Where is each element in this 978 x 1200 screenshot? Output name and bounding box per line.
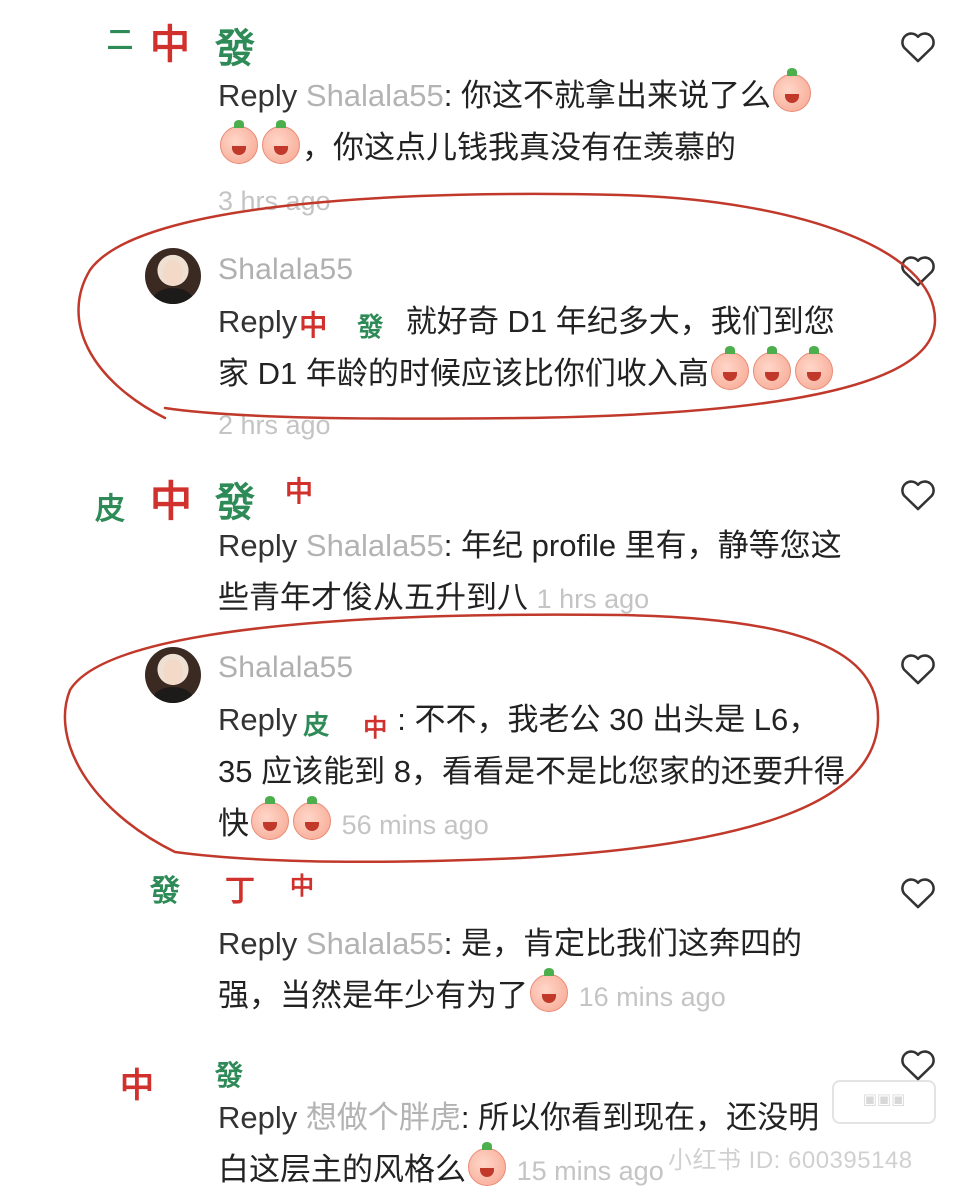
timestamp: 3 hrs ago xyxy=(218,186,331,216)
crying-emoji xyxy=(794,346,833,390)
heart-icon xyxy=(901,1050,935,1081)
reply-label: Reply xyxy=(218,78,298,113)
reply-label: Reply xyxy=(218,1100,298,1135)
like-button[interactable] xyxy=(898,26,938,66)
like-button[interactable] xyxy=(898,648,938,688)
comment-text: Reply 皮中: 不不，我老公 30 出头是 L6，35 应该能到 8，看看是不… xyxy=(218,694,848,851)
timestamp: 15 mins ago xyxy=(516,1156,664,1186)
reply-username[interactable]: Shalala55 xyxy=(306,926,444,961)
reply-label: Reply xyxy=(218,304,298,339)
reply-label: Reply xyxy=(218,926,298,961)
reply-username[interactable]: Shalala55 xyxy=(306,528,444,563)
crying-emoji xyxy=(262,120,300,164)
timestamp: 16 mins ago xyxy=(578,982,726,1012)
heart-icon xyxy=(901,654,935,685)
decorative-reply-name[interactable]: 中發 xyxy=(297,304,397,343)
comment-thread: 二 中 發 Reply Shalala55: 你这不就拿出来说了么 ，你这点儿钱… xyxy=(0,0,978,1200)
timestamp: 2 hrs ago xyxy=(218,410,331,440)
like-button[interactable] xyxy=(898,1044,938,1084)
comment-username[interactable]: Shalala55 xyxy=(218,253,353,287)
heart-icon xyxy=(901,878,935,909)
comment-text: Reply Shalala55: 是，肯定比我们这奔四的强，当然是年少有为了 1… xyxy=(218,918,848,1023)
decorative-reply-name[interactable]: 皮中 xyxy=(297,702,397,742)
crying-emoji xyxy=(773,68,812,112)
crying-emoji xyxy=(220,120,258,164)
timestamp: 56 mins ago xyxy=(341,810,489,840)
heart-icon xyxy=(901,256,935,287)
avatar[interactable] xyxy=(145,647,201,703)
reply-label: Reply xyxy=(218,528,298,563)
comment-text: Reply Shalala55: 年纪 profile 里有，静等您这些青年才俊… xyxy=(218,520,848,625)
laughing-emoji xyxy=(251,796,289,840)
comment-body: : 你这不就拿出来说了么 xyxy=(443,78,772,113)
comment-text: Reply 中發 就好奇 D1 年纪多大，我们到您家 D1 年龄的时候应该比你们收… xyxy=(218,296,848,400)
watermark: 小红书 ID: 600395148 xyxy=(668,1147,913,1174)
comment-body-cont: ，你这点儿钱我真没有在羡慕的 xyxy=(302,130,736,165)
avatar[interactable] xyxy=(145,248,201,304)
laughing-emoji xyxy=(293,796,331,840)
watermark-logo: ▣▣▣ xyxy=(832,1080,936,1124)
like-button[interactable] xyxy=(898,872,938,912)
comment-username[interactable]: Shalala55 xyxy=(218,651,353,685)
crying-emoji xyxy=(468,1142,506,1186)
comment-text: Reply Shalala55: 你这不就拿出来说了么 ，你这点儿钱我真没有在羡… xyxy=(218,68,848,174)
crying-emoji xyxy=(752,346,791,390)
reply-username[interactable]: 想做个胖虎 xyxy=(306,1100,461,1135)
like-button[interactable] xyxy=(898,474,938,514)
heart-icon xyxy=(901,32,935,63)
crying-emoji xyxy=(710,346,749,390)
timestamp: 1 hrs ago xyxy=(536,584,650,614)
decorative-avatar[interactable]: 二 中 發 xyxy=(95,2,325,80)
heart-icon xyxy=(901,480,935,511)
reply-label: Reply xyxy=(218,702,298,737)
crying-emoji xyxy=(530,968,568,1012)
like-button[interactable] xyxy=(898,250,938,290)
reply-username[interactable]: Shalala55 xyxy=(306,78,444,113)
